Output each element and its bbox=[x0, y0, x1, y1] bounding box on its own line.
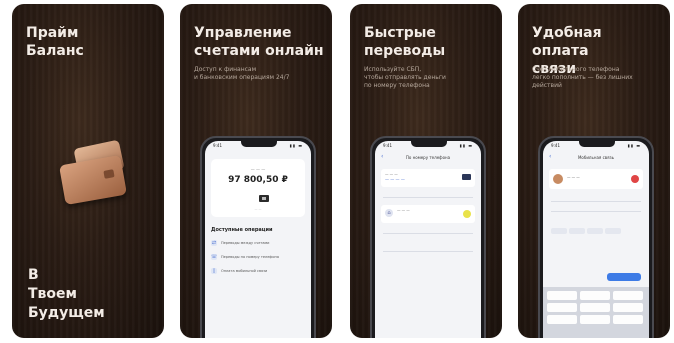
card-icon bbox=[462, 174, 471, 180]
amount-chips bbox=[551, 219, 641, 234]
keypad-key[interactable] bbox=[580, 315, 610, 324]
nav-title: По номеру телефона bbox=[405, 155, 451, 160]
transfer-icon: ⇄ bbox=[211, 240, 217, 246]
op-item[interactable]: ☏ Переводы по номеру телефона bbox=[211, 253, 305, 263]
status-bar: 9:41 ▮▮ ▬ bbox=[549, 143, 643, 149]
status-bar: 9:41 ▮▮ ▬ bbox=[381, 143, 475, 149]
phone-screen: 9:41 ▮▮ ▬ — — — 97 800,50 ₽ — — Доступны… bbox=[205, 141, 311, 338]
pay-button[interactable] bbox=[607, 273, 641, 281]
avatar bbox=[553, 174, 563, 184]
bank-logo-icon bbox=[463, 210, 471, 218]
keypad-key[interactable] bbox=[547, 291, 577, 300]
keypad-key[interactable] bbox=[613, 303, 643, 312]
status-bar: 9:41 ▮▮ ▬ bbox=[211, 143, 305, 149]
keypad-key[interactable] bbox=[613, 291, 643, 300]
op-label: Переводы по номеру телефона bbox=[221, 255, 279, 259]
card-slogan: В Твоем Будущем bbox=[28, 267, 105, 321]
balance-label: — — — bbox=[250, 167, 266, 172]
bank-icon: ⌂ bbox=[385, 209, 393, 217]
balance-footer: — — bbox=[254, 207, 262, 211]
balance-card: — — — 97 800,50 ₽ — — bbox=[211, 159, 305, 217]
phone-screen: 9:41 ▮▮ ▬ ‹ Мобильная связь — — — bbox=[543, 141, 649, 338]
phone-mockup: 9:41 ▮▮ ▬ ‹ По номеру телефона — — — — —… bbox=[370, 136, 486, 338]
promo-card-fast-transfers: Быстрые переводы Используйте СБП, чтобы … bbox=[350, 4, 502, 338]
source-account-row[interactable]: — — — — — — — bbox=[381, 169, 475, 187]
op-label: Переводы между счетами bbox=[221, 241, 270, 245]
amount-chip[interactable] bbox=[605, 228, 621, 234]
wallet-icon bbox=[58, 139, 128, 206]
card-icon[interactable] bbox=[259, 195, 269, 202]
signal-battery-icon: ▮▮ ▬ bbox=[459, 143, 473, 148]
card-title: Быстрые переводы bbox=[364, 25, 446, 59]
balance-amount: 97 800,50 ₽ bbox=[228, 175, 288, 185]
status-time: 9:41 bbox=[383, 143, 392, 148]
phone-icon: ☏ bbox=[211, 254, 218, 260]
amount-chip[interactable] bbox=[569, 228, 585, 234]
promo-card-accounts-online: Управление счетами онлайн Доступ к финан… bbox=[180, 4, 332, 338]
nav-title: Мобильная связь bbox=[577, 155, 615, 160]
ops-heading: Доступные операции bbox=[211, 227, 273, 233]
keypad-key[interactable] bbox=[580, 303, 610, 312]
keypad-key[interactable] bbox=[580, 291, 610, 300]
keypad-key[interactable] bbox=[547, 315, 577, 324]
op-label: Оплата мобильной связи bbox=[221, 269, 268, 273]
operator-logo-icon bbox=[631, 175, 639, 183]
op-item[interactable]: ⇄ Переводы между счетами bbox=[211, 239, 305, 249]
promo-card-prime-balance: Прайм Баланс В Твоем Будущем bbox=[12, 4, 164, 338]
contact-row[interactable]: — — — bbox=[549, 169, 643, 189]
mobile-icon: ▯ bbox=[211, 268, 217, 274]
card-subtitle: Используйте СБП, чтобы отправлять деньги… bbox=[364, 66, 446, 89]
phone-mockup: 9:41 ▮▮ ▬ ‹ Мобильная связь — — — bbox=[538, 136, 654, 338]
amount-chip[interactable] bbox=[551, 228, 567, 234]
numeric-keypad bbox=[543, 287, 649, 338]
signal-battery-icon: ▮▮ ▬ bbox=[627, 143, 641, 148]
phone-mockup: 9:41 ▮▮ ▬ — — — 97 800,50 ₽ — — Доступны… bbox=[200, 136, 316, 338]
card-subtitle: Доступ к финансам и банковским операциям… bbox=[194, 66, 290, 81]
card-title: Управление счетами онлайн bbox=[194, 25, 324, 59]
status-time: 9:41 bbox=[551, 143, 560, 148]
amount-chip[interactable] bbox=[587, 228, 603, 234]
recipient-row[interactable]: ⌂ — — — bbox=[381, 205, 475, 223]
card-title: Прайм Баланс bbox=[26, 25, 84, 59]
keypad-key[interactable] bbox=[613, 315, 643, 324]
phone-screen: 9:41 ▮▮ ▬ ‹ По номеру телефона — — — — —… bbox=[375, 141, 481, 338]
signal-battery-icon: ▮▮ ▬ bbox=[289, 143, 303, 148]
status-time: 9:41 bbox=[213, 143, 222, 148]
keypad-key[interactable] bbox=[547, 303, 577, 312]
promo-card-mobile-payment: Удобная оплата связи Счет мобильного тел… bbox=[518, 4, 670, 338]
op-item[interactable]: ▯ Оплата мобильной связи bbox=[211, 267, 305, 277]
card-subtitle: Счет мобильного телефона легко пополнить… bbox=[532, 66, 633, 89]
